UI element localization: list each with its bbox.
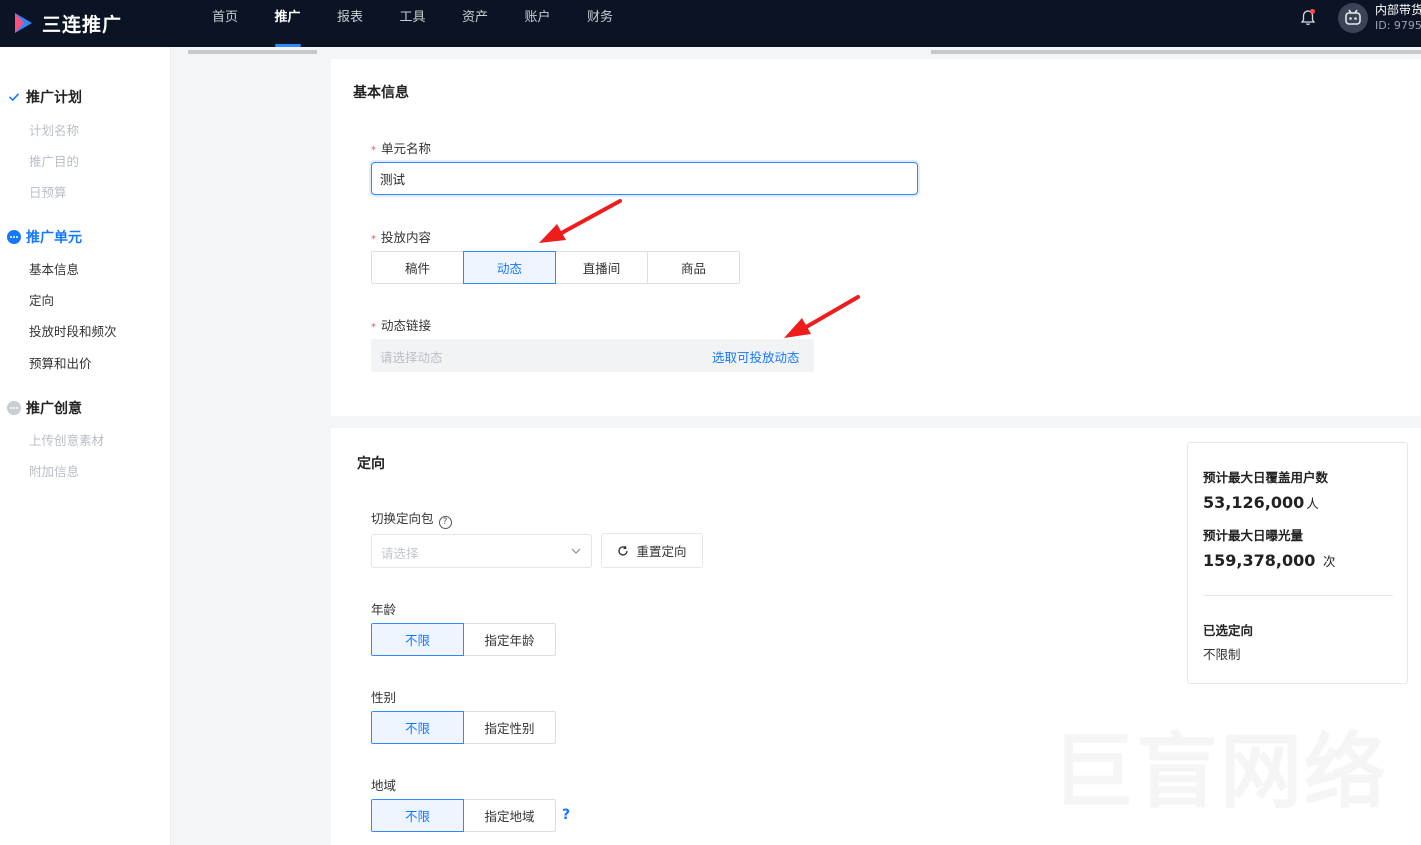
sidebar-item-targeting[interactable]: 定向 [29, 290, 54, 309]
dynamic-link-placeholder: 请选择动态 [380, 350, 443, 365]
nav-active-indicator [275, 44, 301, 47]
targeting-package-select[interactable]: 请选择 [371, 534, 592, 568]
selected-targeting-label: 已选定向 [1203, 623, 1254, 638]
main-nav: 首页 推广 报表 工具 资产 账户 财务 [212, 0, 650, 47]
more-icon [7, 230, 21, 244]
targeting-package-placeholder: 请选择 [381, 546, 419, 561]
help-icon[interactable]: ? [438, 516, 452, 529]
nav-item-account[interactable]: 账户 [525, 0, 588, 47]
content-option-product[interactable]: 商品 [647, 251, 740, 284]
scroll-strip [931, 50, 1421, 54]
reset-targeting-button[interactable]: 重置定向 [601, 533, 703, 568]
user-id: ID: 97952 [1375, 19, 1421, 32]
nav-item-reports[interactable]: 报表 [337, 0, 400, 47]
content-option-manuscript[interactable]: 稿件 [371, 251, 464, 284]
user-name[interactable]: 内部带货 [1375, 1, 1421, 18]
content-option-dynamic[interactable]: 动态 [463, 251, 556, 284]
content-segmented: 稿件 动态 直播间 商品 [371, 251, 740, 284]
sidebar-item-basic-info[interactable]: 基本信息 [29, 259, 79, 278]
max-exposure-value: 159,378,000 次 [1203, 551, 1336, 570]
age-option-specify[interactable]: 指定年龄 [463, 623, 556, 656]
targeting-package-label: 切换定向包? [371, 508, 452, 529]
avatar[interactable] [1338, 3, 1368, 33]
sidebar-item-upload-creative[interactable]: 上传创意素材 [29, 430, 104, 449]
max-users-value: 53,126,000 人 [1203, 493, 1319, 512]
sidebar-item-purpose[interactable]: 推广目的 [29, 151, 79, 170]
sidebar-item-daily-budget[interactable]: 日预算 [29, 182, 67, 201]
sidebar-item-extra-info[interactable]: 附加信息 [29, 461, 79, 480]
sidebar-group-creative[interactable]: 推广创意 [7, 398, 82, 418]
scroll-strip [188, 50, 317, 54]
audience-estimate-panel: 预计最大日覆盖用户数 53,126,000 人 预计最大日曝光量 159,378,… [1187, 442, 1408, 684]
nav-item-finance[interactable]: 财务 [587, 0, 650, 47]
watermark: 巨盲网络 [1052, 725, 1389, 820]
brand-name: 三连推广 [42, 13, 123, 36]
dynamic-link-field[interactable]: 请选择动态 选取可投放动态 [371, 339, 814, 372]
age-segmented: 不限 指定年龄 [371, 623, 556, 656]
region-segmented: 不限 指定地域 [371, 799, 556, 832]
max-exposure-label: 预计最大日曝光量 [1203, 528, 1304, 543]
dynamic-link-label: * 动态链接 [371, 318, 432, 333]
top-navbar: 三连推广 首页 推广 报表 工具 资产 账户 财务 内部带货 ID: 97952 [0, 0, 1421, 47]
max-users-label: 预计最大日覆盖用户数 [1203, 470, 1329, 485]
check-icon [7, 90, 21, 104]
content-option-live[interactable]: 直播间 [555, 251, 648, 284]
sidebar: 推广计划 计划名称 推广目的 日预算 推广单元 基本信息 定向 投放时段和频次 … [0, 47, 171, 845]
section-title-targeting: 定向 [357, 456, 385, 472]
unit-name-input[interactable] [371, 162, 918, 195]
sidebar-item-plan-name[interactable]: 计划名称 [29, 120, 79, 139]
play-logo-icon [12, 12, 34, 34]
gender-option-specify[interactable]: 指定性别 [463, 711, 556, 744]
content-label: * 投放内容 [371, 230, 432, 245]
sidebar-group-unit[interactable]: 推广单元 [7, 227, 82, 247]
refresh-icon [618, 545, 629, 556]
nav-item-home[interactable]: 首页 [212, 0, 275, 47]
unit-name-label: * 单元名称 [371, 141, 432, 156]
sidebar-item-schedule[interactable]: 投放时段和频次 [29, 321, 117, 340]
nav-item-promotion[interactable]: 推广 [275, 0, 338, 47]
region-option-unlimited[interactable]: 不限 [371, 799, 464, 832]
brand-logo[interactable]: 三连推广 [12, 7, 122, 39]
select-dynamic-link[interactable]: 选取可投放动态 [712, 347, 800, 366]
gender-segmented: 不限 指定性别 [371, 711, 556, 744]
age-option-unlimited[interactable]: 不限 [371, 623, 464, 656]
gender-option-unlimited[interactable]: 不限 [371, 711, 464, 744]
age-label: 年龄 [371, 602, 397, 617]
gender-label: 性别 [371, 690, 397, 705]
nav-item-tools[interactable]: 工具 [400, 0, 463, 47]
region-option-specify[interactable]: 指定地域 [463, 799, 556, 832]
sidebar-item-budget-bid[interactable]: 预算和出价 [29, 353, 92, 372]
notification-dot [1310, 9, 1315, 14]
chevron-down-icon [570, 545, 582, 557]
selected-targeting-value: 不限制 [1203, 647, 1241, 662]
region-label: 地域 [371, 778, 397, 793]
nav-item-assets[interactable]: 资产 [462, 0, 525, 47]
sidebar-group-plan[interactable]: 推广计划 [7, 87, 82, 107]
region-help-icon[interactable]: ? [562, 807, 570, 823]
section-title-basic-info: 基本信息 [353, 85, 409, 101]
divider [1203, 595, 1393, 596]
more-icon [7, 401, 21, 415]
